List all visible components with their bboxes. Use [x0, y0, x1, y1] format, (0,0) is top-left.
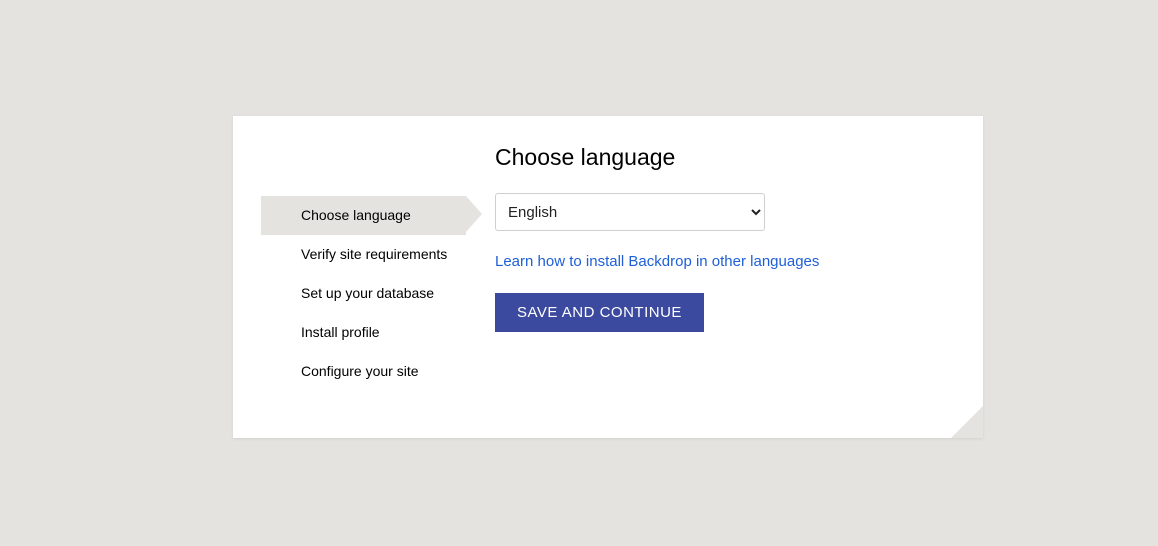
step-configure-site: Configure your site: [261, 352, 466, 391]
step-install-profile: Install profile: [261, 313, 466, 352]
step-setup-database: Set up your database: [261, 274, 466, 313]
language-select[interactable]: English: [495, 193, 765, 231]
step-verify-requirements: Verify site requirements: [261, 235, 466, 274]
step-label: Choose language: [301, 207, 411, 223]
page-curl-icon: [951, 406, 983, 438]
page-title: Choose language: [495, 144, 935, 171]
install-steps-sidebar: Choose language Verify site requirements…: [261, 196, 466, 390]
step-label: Configure your site: [301, 363, 419, 379]
installer-card: Choose language Verify site requirements…: [233, 116, 983, 438]
save-and-continue-button[interactable]: SAVE AND CONTINUE: [495, 293, 704, 332]
step-label: Verify site requirements: [301, 246, 447, 262]
step-label: Install profile: [301, 324, 380, 340]
step-choose-language: Choose language: [261, 196, 466, 235]
main-content: Choose language English Learn how to ins…: [495, 144, 935, 332]
other-languages-link[interactable]: Learn how to install Backdrop in other l…: [495, 253, 819, 270]
step-label: Set up your database: [301, 285, 434, 301]
